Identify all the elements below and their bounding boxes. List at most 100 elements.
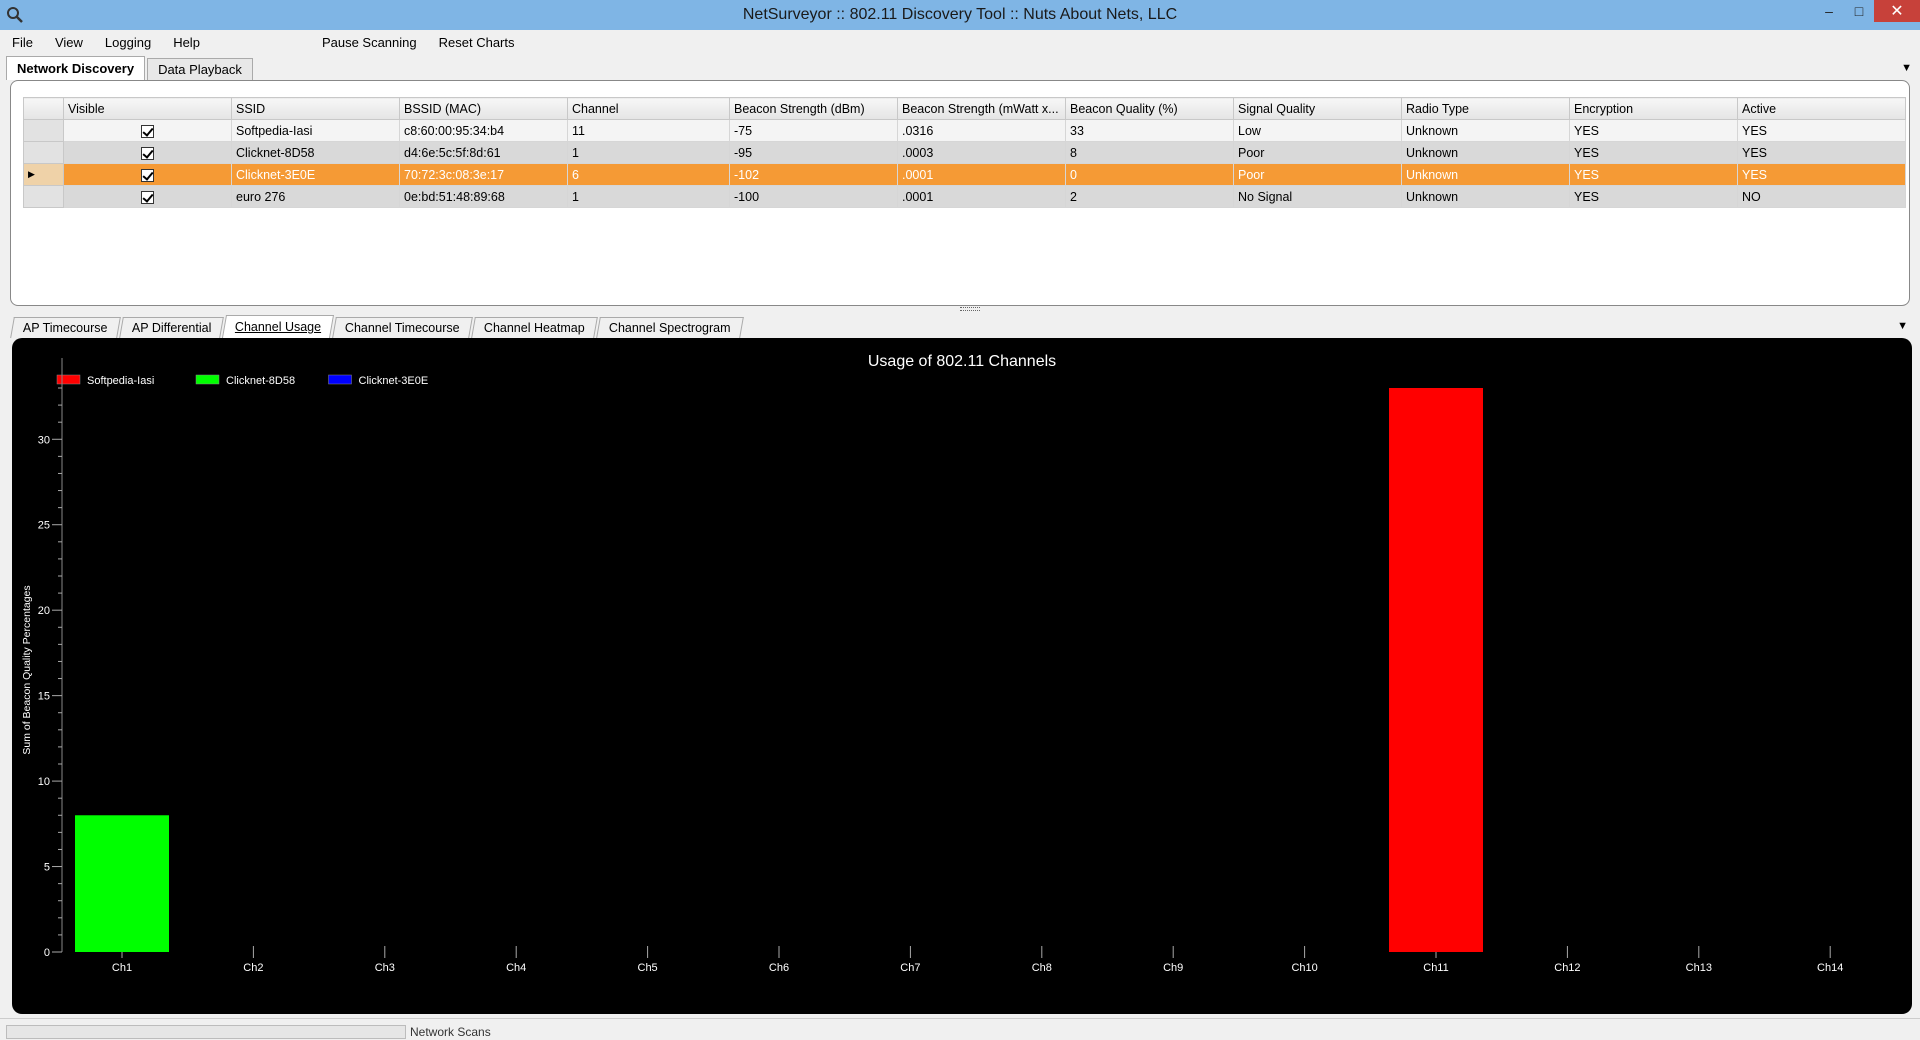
column-header[interactable]: Visible — [63, 97, 232, 120]
table-row[interactable]: euro 276 0e:bd:51:48:89:68 1 -100 .0001 … — [23, 185, 1906, 208]
quality-cell: 0 — [1065, 163, 1234, 186]
y-tick-label: 20 — [38, 605, 50, 617]
radio-cell: Unknown — [1401, 119, 1570, 142]
y-tick-label: 5 — [44, 862, 50, 874]
network-grid: Visible SSID BSSID (MAC) Channel Beacon … — [23, 97, 1906, 208]
x-tick-label: Ch8 — [1032, 962, 1052, 974]
grid-corner-header — [23, 97, 64, 120]
y-tick-label: 0 — [44, 947, 50, 959]
channel-usage-chart: Usage of 802.11 Channels Softpedia-Iasi Cl… — [21, 353, 1843, 974]
minimize-icon[interactable]: – — [1814, 0, 1844, 22]
y-tick-label: 25 — [38, 520, 50, 532]
column-header[interactable]: Radio Type — [1401, 97, 1570, 120]
maximize-icon[interactable]: □ — [1844, 0, 1874, 22]
column-header[interactable]: Beacon Strength (mWatt x... — [897, 97, 1066, 120]
tab-label: AP Differential — [131, 321, 211, 335]
window-title: NetSurveyor :: 802.11 Discovery Tool :: … — [742, 6, 1178, 23]
column-header[interactable]: Encryption — [1569, 97, 1738, 120]
legend-swatch — [56, 374, 81, 385]
legend-label: Clicknet-8D58 — [226, 375, 295, 387]
x-tick-label: Ch4 — [506, 962, 526, 974]
column-header[interactable]: Signal Quality — [1233, 97, 1402, 120]
active-cell: NO — [1737, 185, 1906, 208]
mwatt-cell: .0001 — [897, 163, 1066, 186]
row-header[interactable] — [23, 185, 64, 208]
column-header[interactable]: Active — [1737, 97, 1906, 120]
tab-data-playback[interactable]: Data Playback — [147, 58, 253, 80]
quality-cell: 2 — [1065, 185, 1234, 208]
dbm-cell: -75 — [729, 119, 898, 142]
x-tick-label: Ch5 — [638, 962, 658, 974]
tab-channel-timecourse[interactable]: Channel Timecourse — [332, 317, 473, 338]
visible-checkbox[interactable] — [141, 146, 154, 160]
tab-ap-differential[interactable]: AP Differential — [118, 317, 224, 338]
bssid-cell: d4:6e:5c:5f:8d:61 — [399, 141, 568, 164]
tab-ap-timecourse[interactable]: AP Timecourse — [10, 317, 121, 338]
column-header[interactable]: Channel — [567, 97, 730, 120]
bar-ch1-clicknet-8d58 — [75, 815, 169, 952]
legend-label: Clicknet-3E0E — [359, 375, 429, 387]
panel-splitter[interactable] — [10, 306, 1910, 314]
tab-label: Channel Usage — [234, 320, 322, 334]
radio-cell: Unknown — [1401, 185, 1570, 208]
legend-swatch — [195, 374, 220, 385]
pause-scanning-button[interactable]: Pause Scanning — [322, 35, 417, 50]
visible-cell[interactable] — [63, 185, 232, 208]
current-row-arrow-icon[interactable]: ▶ — [23, 163, 64, 186]
menu-file[interactable]: File — [12, 35, 33, 50]
encryption-cell: YES — [1569, 185, 1738, 208]
signal-cell: No Signal — [1233, 185, 1402, 208]
chart-title: Usage of 802.11 Channels — [868, 353, 1056, 370]
legend-label: Softpedia-Iasi — [87, 375, 154, 387]
visible-cell[interactable] — [63, 141, 232, 164]
visible-cell[interactable] — [63, 163, 232, 186]
close-icon[interactable]: ✕ — [1874, 0, 1920, 22]
tab-label: Channel Heatmap — [483, 321, 585, 335]
dbm-cell: -95 — [729, 141, 898, 164]
title-bar: NetSurveyor :: 802.11 Discovery Tool :: … — [0, 0, 1920, 30]
table-row[interactable]: Clicknet-8D58 d4:6e:5c:5f:8d:61 1 -95 .0… — [23, 141, 1906, 164]
table-row-selected[interactable]: ▶ Clicknet-3E0E 70:72:3c:08:3e:17 6 -102… — [23, 163, 1906, 186]
channel-usage-chart-panel: Usage of 802.11 Channels Softpedia-Iasi Cl… — [12, 338, 1912, 1014]
ssid-cell: Softpedia-Iasi — [231, 119, 400, 142]
chart-collapse-arrow-icon[interactable]: ▼ — [1897, 320, 1908, 332]
main-tabs: Network Discovery Data Playback — [6, 56, 255, 80]
ssid-cell: Clicknet-3E0E — [231, 163, 400, 186]
menu-logging[interactable]: Logging — [105, 35, 151, 50]
tab-channel-usage[interactable]: Channel Usage — [221, 315, 335, 338]
bssid-cell: c8:60:00:95:34:b4 — [399, 119, 568, 142]
row-header[interactable] — [23, 119, 64, 142]
visible-cell[interactable] — [63, 119, 232, 142]
row-header[interactable] — [23, 141, 64, 164]
grid-header-row: Visible SSID BSSID (MAC) Channel Beacon … — [23, 97, 1906, 120]
column-header[interactable]: SSID — [231, 97, 400, 120]
menu-view[interactable]: View — [55, 35, 83, 50]
visible-checkbox[interactable] — [141, 168, 154, 182]
signal-cell: Poor — [1233, 163, 1402, 186]
channel-cell: 11 — [567, 119, 730, 142]
column-header[interactable]: Beacon Quality (%) — [1065, 97, 1234, 120]
ssid-cell: euro 276 — [231, 185, 400, 208]
tab-channel-heatmap[interactable]: Channel Heatmap — [470, 317, 598, 338]
reset-charts-button[interactable]: Reset Charts — [439, 35, 515, 50]
visible-checkbox[interactable] — [141, 124, 154, 138]
status-label: Network Scans — [410, 1025, 491, 1039]
column-header[interactable]: Beacon Strength (dBm) — [729, 97, 898, 120]
splitter-grip-icon[interactable] — [960, 307, 980, 311]
tab-channel-spectrogram[interactable]: Channel Spectrogram — [595, 317, 744, 338]
column-header[interactable]: BSSID (MAC) — [399, 97, 568, 120]
mwatt-cell: .0001 — [897, 185, 1066, 208]
mwatt-cell: .0003 — [897, 141, 1066, 164]
table-row[interactable]: Softpedia-Iasi c8:60:00:95:34:b4 11 -75 … — [23, 119, 1906, 142]
collapse-arrow-icon[interactable]: ▼ — [1901, 62, 1912, 74]
radio-cell: Unknown — [1401, 163, 1570, 186]
channel-cell: 1 — [567, 185, 730, 208]
x-tick-label: Ch12 — [1554, 962, 1580, 974]
menu-help[interactable]: Help — [173, 35, 200, 50]
tab-network-discovery[interactable]: Network Discovery — [6, 56, 146, 80]
window-controls: – □ ✕ — [1814, 0, 1920, 26]
magnifier-app-icon — [7, 7, 23, 23]
visible-checkbox[interactable] — [141, 190, 154, 204]
dbm-cell: -100 — [729, 185, 898, 208]
quality-cell: 8 — [1065, 141, 1234, 164]
